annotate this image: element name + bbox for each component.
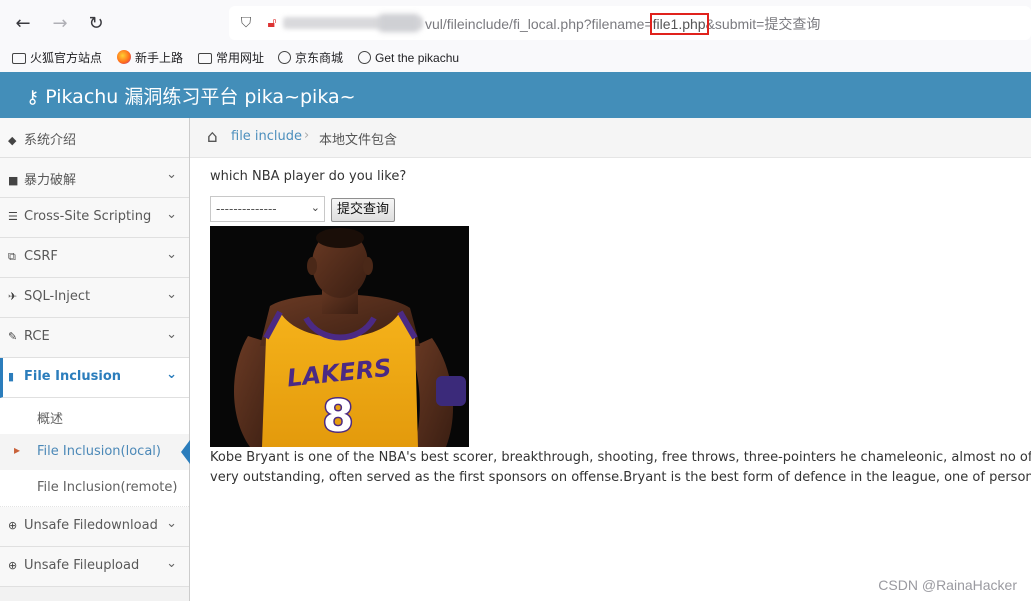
chevron-down-icon: ⌄ — [166, 287, 177, 302]
sidebar-item-label: SQL-Inject — [24, 289, 91, 304]
sidebar-item-sqli[interactable]: ✈ SQL-Inject ⌄ — [0, 278, 189, 318]
chevron-down-icon: ⌄ — [166, 556, 177, 571]
upload-icon: ⊕ — [8, 559, 18, 572]
breadcrumb-current: 本地文件包含 — [319, 133, 398, 148]
app-title-text: Pikachu 漏洞练习平台 pika~pika~ — [45, 86, 356, 108]
sidebar-item-rce[interactable]: ✎ RCE ⌄ — [0, 318, 189, 358]
chevron-down-icon: ⌄ — [166, 516, 177, 531]
bookmark-label: 火狐官方站点 — [30, 51, 103, 65]
redacted-host-2 — [379, 14, 419, 32]
chevron-down-icon: ⌄ — [166, 367, 177, 382]
sidebar-item-label: Unsafe Filedownload — [24, 518, 158, 533]
download-icon: ⊕ — [8, 519, 18, 532]
url-query-rest: &submit=提交查询 — [705, 16, 821, 32]
forward-button[interactable]: → — [47, 11, 73, 37]
player-photo: LAKERS 8 — [210, 226, 469, 447]
sidebar-item-label: 系统介绍 — [24, 133, 77, 148]
tags-icon: ◆ — [8, 134, 17, 147]
sidebar-item-file-inclusion[interactable]: ▮ File Inclusion ⌄ — [0, 358, 189, 398]
sidebar-item-csrf[interactable]: ⧉ CSRF ⌄ — [0, 238, 189, 278]
lock-icon: ■ — [8, 174, 19, 187]
sidebar-subitem-local[interactable]: File Inclusion(local) — [0, 434, 190, 471]
url-text: vul/fileinclude/fi_local.php?filename=fi… — [425, 13, 821, 35]
bookmarks-bar: 火狐官方站点 新手上路 常用网址 京东商城 Get the pikachu — [0, 46, 1031, 70]
bookmark-common-sites[interactable]: 常用网址 — [198, 48, 264, 68]
shield-icon[interactable]: ⛉ — [237, 14, 255, 32]
chevron-down-icon: ⌄ — [166, 247, 177, 262]
sidebar-item-fileupload[interactable]: ⊕ Unsafe Fileupload ⌄ — [0, 547, 189, 587]
kobe-bryant-image: LAKERS 8 — [210, 226, 469, 447]
sidebar-item-label: 暴力破解 — [24, 173, 77, 188]
sidebar-item-intro[interactable]: ◆ 系统介绍 — [0, 118, 189, 158]
home-icon[interactable]: ⌂ — [207, 127, 218, 147]
chevron-down-icon: ⌄ — [166, 207, 177, 222]
insecure-lock-icon[interactable]: 🔓︎ — [263, 14, 281, 32]
sidebar-item-filedownload[interactable]: ⊕ Unsafe Filedownload ⌄ — [0, 507, 189, 547]
list-icon: ☰ — [8, 210, 18, 223]
bookmark-getting-started[interactable]: 新手上路 — [117, 48, 183, 68]
sidebar-item-label: Cross-Site Scripting — [24, 209, 152, 224]
inject-icon: ✈ — [8, 290, 18, 303]
bookmark-label: 京东商城 — [295, 51, 344, 65]
url-path: vul/fileinclude/fi_local.php?filename= — [425, 16, 653, 32]
submit-button[interactable]: 提交查询 — [331, 198, 396, 222]
url-highlighted-filename: file1.php — [649, 13, 709, 35]
globe-icon — [358, 51, 371, 64]
sidebar-subitem-label: File Inclusion(remote) — [37, 480, 178, 495]
bookmark-label: 常用网址 — [216, 51, 265, 65]
chevron-down-icon: ⌄ — [166, 167, 177, 182]
bookmark-pikachu[interactable]: Get the pikachu — [358, 48, 459, 68]
folder-icon — [12, 53, 26, 64]
sidebar-item-label: Unsafe Fileupload — [24, 558, 140, 573]
player-description: Kobe Bryant is one of the NBA's best sco… — [210, 448, 1031, 488]
reload-button[interactable]: ↻ — [83, 11, 109, 37]
player-select[interactable]: -------------- ⌄ — [210, 196, 325, 222]
breadcrumb: ⌂ file include › 本地文件包含 — [190, 118, 1031, 158]
question-text: which NBA player do you like? — [210, 169, 407, 184]
file-icon: ▮ — [8, 370, 15, 383]
breadcrumb-link-file-include[interactable]: file include — [231, 129, 302, 144]
sidebar: ◆ 系统介绍 ■ 暴力破解 ⌄ ☰ Cross-Site Scripting ⌄ ⧉ C… — [0, 118, 190, 601]
address-bar[interactable]: ⛉ 🔓︎ vul/fileinclude/fi_local.php?filena… — [229, 6, 1031, 40]
share-icon: ⧉ — [8, 250, 16, 263]
sidebar-subitem-label: 概述 — [37, 412, 64, 427]
bookmark-label: Get the pikachu — [375, 51, 460, 65]
csdn-watermark: CSDN @RainaHacker — [878, 577, 1017, 593]
sidebar-subitem-label: File Inclusion(local) — [37, 444, 161, 459]
app-title[interactable]: ⚷ Pikachu 漏洞练习平台 pika~pika~ — [26, 82, 356, 109]
sidebar-subitem-overview[interactable]: 概述 — [0, 398, 189, 435]
firefox-icon — [117, 50, 131, 64]
key-icon: ⚷ — [26, 87, 40, 108]
bookmark-label: 新手上路 — [135, 51, 184, 65]
chevron-right-icon: › — [304, 128, 310, 143]
back-button[interactable]: ← — [10, 11, 36, 37]
bookmark-jd[interactable]: 京东商城 — [278, 48, 343, 68]
description-line-2: very outstanding, often served as the fi… — [210, 470, 1031, 485]
sidebar-item-label: CSRF — [24, 249, 58, 264]
sidebar-subitem-remote[interactable]: File Inclusion(remote) — [0, 470, 189, 507]
sidebar-item-label: RCE — [24, 329, 50, 344]
chevron-down-icon: ⌄ — [310, 201, 320, 214]
select-value: -------------- — [216, 202, 277, 216]
app-header: ⚷ Pikachu 漏洞练习平台 pika~pika~ — [0, 72, 1031, 118]
jersey-number: 8 — [323, 391, 354, 442]
bookmark-firefox-site[interactable]: 火狐官方站点 — [12, 48, 102, 68]
sidebar-item-bruteforce[interactable]: ■ 暴力破解 ⌄ — [0, 158, 189, 198]
sidebar-item-xss[interactable]: ☰ Cross-Site Scripting ⌄ — [0, 198, 189, 238]
sidebar-item-label: File Inclusion — [24, 369, 122, 384]
pencil-icon: ✎ — [8, 330, 18, 343]
folder-icon — [198, 53, 212, 64]
description-line-1: Kobe Bryant is one of the NBA's best sco… — [210, 450, 1031, 465]
globe-icon — [278, 51, 291, 64]
chevron-down-icon: ⌄ — [166, 327, 177, 342]
browser-toolbar: ← → ↻ ⛉ 🔓︎ vul/fileinclude/fi_local.php?… — [0, 0, 1031, 73]
